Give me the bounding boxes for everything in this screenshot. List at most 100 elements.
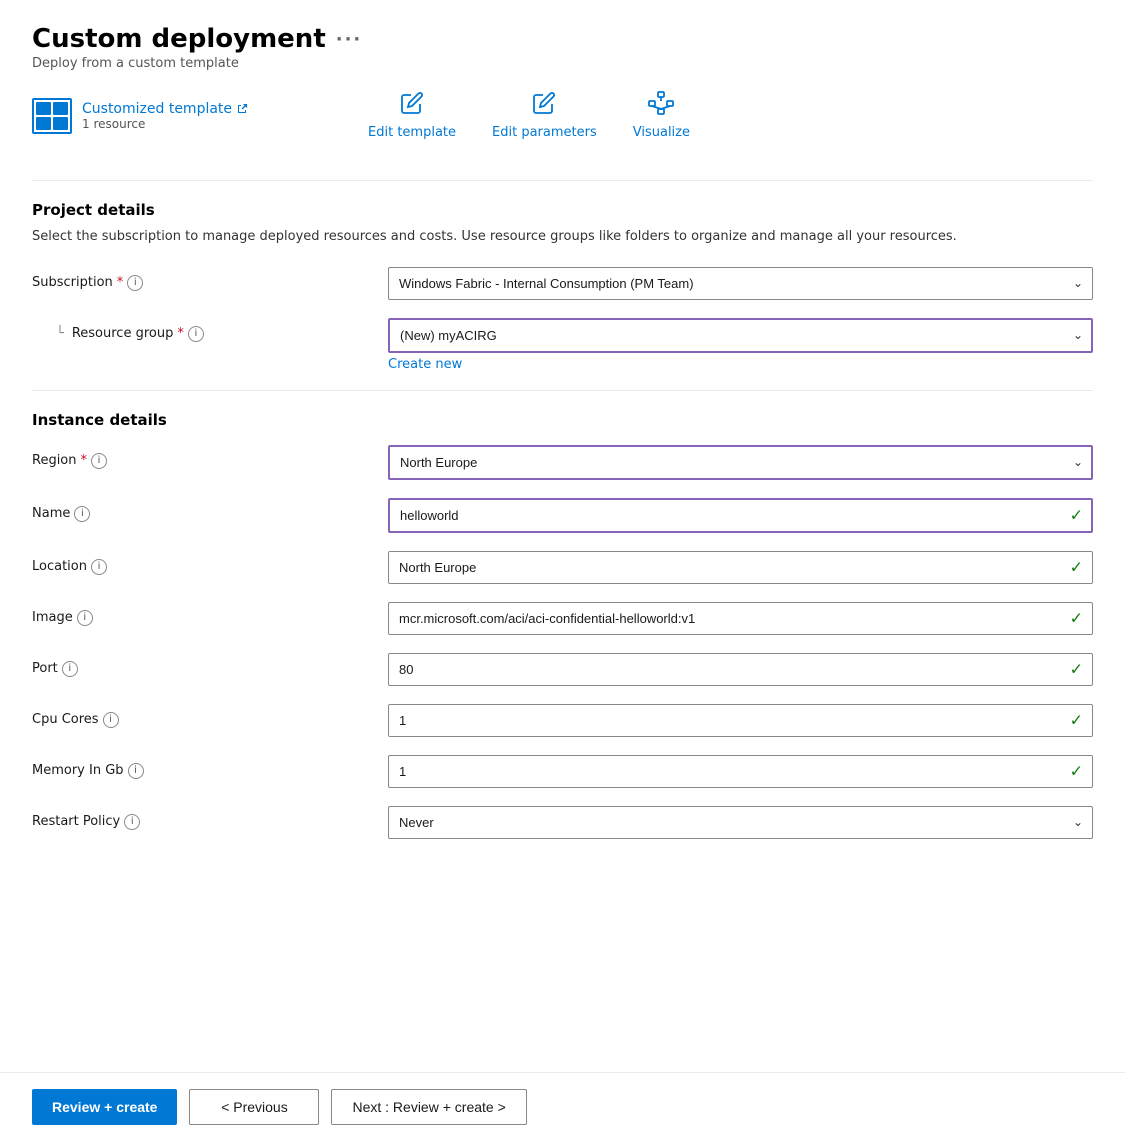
name-input-wrapper: ✓ [388,498,1093,533]
image-label: Image [32,610,73,625]
memory-gb-input[interactable] [388,755,1093,788]
resource-group-label-col: └ Resource group * i [32,318,372,342]
toolbar-actions: Edit template Edit parameters [368,91,690,140]
visualize-label: Visualize [633,125,690,140]
edit-template-icon [400,91,424,121]
subscription-label: Subscription [32,275,113,290]
region-select-wrapper: North Europe ⌄ [388,445,1093,480]
external-link-icon [236,103,248,115]
region-row: Region * i North Europe ⌄ [32,445,1093,480]
name-control: ✓ [388,498,1093,533]
edit-template-label: Edit template [368,125,456,140]
divider-1 [32,180,1093,181]
region-control: North Europe ⌄ [388,445,1093,480]
divider-2 [32,390,1093,391]
subscription-control: Windows Fabric - Internal Consumption (P… [388,267,1093,300]
resource-group-label: Resource group [72,326,174,341]
template-resource-count: 1 resource [82,117,248,131]
memory-gb-control: ✓ [388,755,1093,788]
image-valid-icon: ✓ [1070,609,1083,628]
resource-group-info-icon[interactable]: i [188,326,204,342]
project-details-description: Select the subscription to manage deploy… [32,227,1093,247]
memory-gb-input-wrapper: ✓ [388,755,1093,788]
image-control: ✓ [388,602,1093,635]
port-input[interactable] [388,653,1093,686]
port-label-col: Port i [32,653,372,677]
template-section: Customized template 1 resource Edit temp… [32,91,1093,156]
memory-gb-valid-icon: ✓ [1070,762,1083,781]
region-required: * [81,453,88,468]
cpu-cores-input[interactable] [388,704,1093,737]
restart-policy-info-icon[interactable]: i [124,814,140,830]
port-input-wrapper: ✓ [388,653,1093,686]
restart-policy-control: Never ⌄ [388,806,1093,839]
next-button[interactable]: Next : Review + create > [331,1089,526,1125]
subscription-row: Subscription * i Windows Fabric - Intern… [32,267,1093,300]
restart-policy-select[interactable]: Never [388,806,1093,839]
review-create-button[interactable]: Review + create [32,1089,177,1125]
project-details-title: Project details [32,201,1093,219]
ellipsis-menu-button[interactable]: ··· [336,29,363,50]
port-row: Port i ✓ [32,653,1093,686]
edit-template-action[interactable]: Edit template [368,91,456,140]
location-input[interactable] [388,551,1093,584]
image-input[interactable] [388,602,1093,635]
instance-details-section: Instance details Region * i North Europe… [32,411,1093,839]
name-input[interactable] [388,498,1093,533]
name-label: Name [32,506,70,521]
name-label-col: Name i [32,498,372,522]
image-info-icon[interactable]: i [77,610,93,626]
instance-details-title: Instance details [32,411,1093,429]
location-valid-icon: ✓ [1070,558,1083,577]
port-info-icon[interactable]: i [62,661,78,677]
subscription-label-col: Subscription * i [32,267,372,291]
memory-gb-row: Memory In Gb i ✓ [32,755,1093,788]
project-details-section: Project details Select the subscription … [32,201,1093,372]
page-header: Custom deployment ··· Deploy from a cust… [32,24,1093,71]
name-info-icon[interactable]: i [74,506,90,522]
create-new-link[interactable]: Create new [388,357,1093,372]
customized-template-link[interactable]: Customized template [82,101,248,117]
image-row: Image i ✓ [32,602,1093,635]
region-label: Region [32,453,77,468]
cpu-cores-row: Cpu Cores i ✓ [32,704,1093,737]
region-info-icon[interactable]: i [91,453,107,469]
footer: Review + create < Previous Next : Review… [0,1072,1125,1141]
edit-parameters-label: Edit parameters [492,125,597,140]
cpu-cores-valid-icon: ✓ [1070,711,1083,730]
name-row: Name i ✓ [32,498,1093,533]
resource-group-select[interactable]: (New) myACIRG [388,318,1093,353]
resource-group-required: * [177,326,184,341]
region-label-col: Region * i [32,445,372,469]
visualize-action[interactable]: Visualize [633,91,690,140]
visualize-icon [648,91,674,121]
location-row: Location i ✓ [32,551,1093,584]
memory-gb-label: Memory In Gb [32,763,124,778]
cpu-cores-label-col: Cpu Cores i [32,704,372,728]
restart-policy-row: Restart Policy i Never ⌄ [32,806,1093,839]
restart-policy-select-wrapper: Never ⌄ [388,806,1093,839]
port-valid-icon: ✓ [1070,660,1083,679]
subscription-info-icon[interactable]: i [127,275,143,291]
template-grid-icon [32,98,72,134]
subscription-select-wrapper: Windows Fabric - Internal Consumption (P… [388,267,1093,300]
cpu-cores-info-icon[interactable]: i [103,712,119,728]
port-control: ✓ [388,653,1093,686]
location-label: Location [32,559,87,574]
location-info-icon[interactable]: i [91,559,107,575]
memory-gb-info-icon[interactable]: i [128,763,144,779]
port-label: Port [32,661,58,676]
name-valid-icon: ✓ [1070,506,1083,525]
restart-policy-label-col: Restart Policy i [32,806,372,830]
page-subtitle: Deploy from a custom template [32,56,1093,71]
subscription-required: * [117,275,124,290]
image-label-col: Image i [32,602,372,626]
edit-parameters-action[interactable]: Edit parameters [492,91,597,140]
previous-button[interactable]: < Previous [189,1089,319,1125]
template-info: Customized template 1 resource [32,98,248,134]
memory-gb-label-col: Memory In Gb i [32,755,372,779]
cpu-cores-control: ✓ [388,704,1093,737]
cpu-cores-label: Cpu Cores [32,712,99,727]
subscription-select[interactable]: Windows Fabric - Internal Consumption (P… [388,267,1093,300]
region-select[interactable]: North Europe [388,445,1093,480]
